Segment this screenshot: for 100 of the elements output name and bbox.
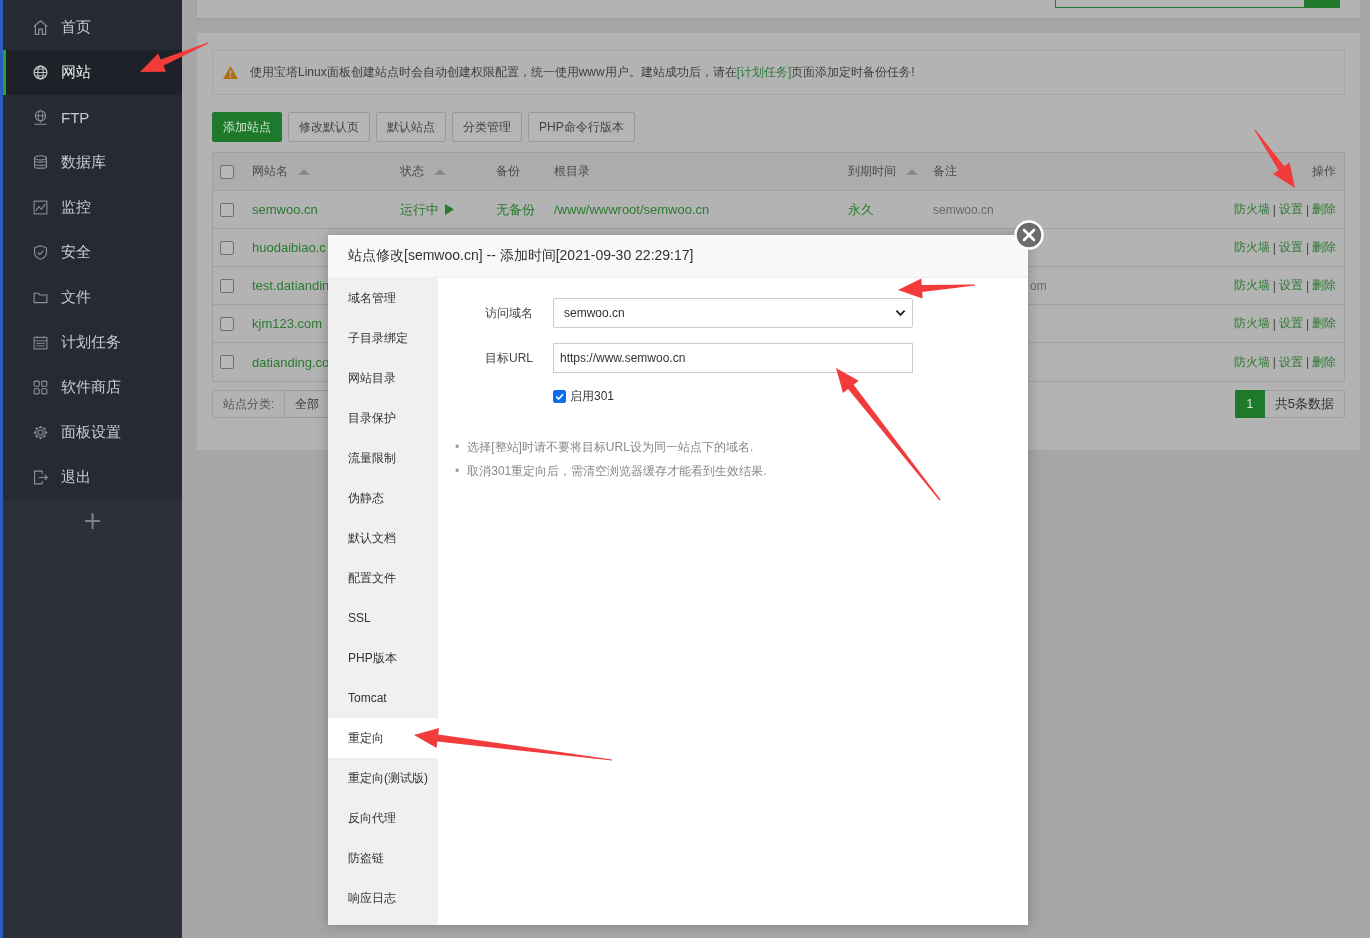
expiry-link[interactable]: 永久 xyxy=(848,200,874,219)
warning-icon xyxy=(223,66,238,79)
field-label: 访问域名 xyxy=(484,304,533,322)
action-link[interactable]: 设置 xyxy=(1278,201,1303,218)
checkbox[interactable] xyxy=(220,316,234,331)
sidebar-item[interactable]: 安全 xyxy=(3,230,182,275)
sidebar-item[interactable]: 数据库 xyxy=(3,140,182,185)
url-input[interactable]: https://www.semwoo.cn xyxy=(553,343,913,373)
separator-text: | xyxy=(1305,278,1309,293)
category-label: 站点分类: xyxy=(212,390,286,418)
table-cell: semwoo.cn xyxy=(933,202,994,217)
grid-icon xyxy=(32,379,49,396)
annotation-arrow xyxy=(140,42,209,72)
action-link[interactable]: 删除 xyxy=(1312,201,1336,218)
sidebar-item[interactable]: 软件商店 xyxy=(3,365,182,410)
site-link[interactable]: datianding.co xyxy=(252,354,330,370)
path-link[interactable]: /www/wwwroot/semwoo.cn xyxy=(554,202,710,217)
database-icon xyxy=(32,154,49,171)
dialog-tab[interactable]: 默认文档 xyxy=(328,518,438,558)
dialog-tab[interactable]: 子目录绑定 xyxy=(328,318,438,358)
toolbar-button[interactable]: 分类管理 xyxy=(452,112,522,142)
separator-text: | xyxy=(1305,316,1309,331)
action-link[interactable]: 设置 xyxy=(1278,315,1303,332)
dialog-tab[interactable]: 反向代理 xyxy=(328,798,438,838)
column-header: 根目录 xyxy=(554,163,590,180)
action-link[interactable]: 删除 xyxy=(1312,315,1336,332)
page-button[interactable]: 1 xyxy=(1234,390,1265,418)
toolbar-button[interactable]: 修改默认页 xyxy=(288,112,370,142)
total-count: 共5条数据 xyxy=(1264,390,1345,418)
column-header: 备注 xyxy=(933,163,957,180)
home-icon xyxy=(32,19,49,36)
notice-text: 使用宝塔Linux面板创建站点时会自动创建权限配置，统一使用www用户。建站成功后，请在[计划任务]页面添加定时备份任务! xyxy=(250,64,915,81)
calendar-icon xyxy=(32,334,49,351)
action-link[interactable]: 防火墙 xyxy=(1233,201,1270,218)
site-link[interactable]: semwoo.cn xyxy=(252,202,318,217)
column-header[interactable]: 到期时间 xyxy=(848,163,918,180)
checkbox[interactable] xyxy=(220,240,234,255)
action-link[interactable]: 防火墙 xyxy=(1233,239,1270,256)
search-field[interactable] xyxy=(1055,0,1305,8)
toolbar-button[interactable]: 默认站点 xyxy=(376,112,446,142)
sidebar-item[interactable]: 监控 xyxy=(3,185,182,230)
checkbox[interactable] xyxy=(220,164,234,179)
sidebar-item[interactable]: 计划任务 xyxy=(3,320,182,365)
shield-icon xyxy=(32,244,49,261)
checkbox[interactable] xyxy=(220,278,234,293)
checkbox[interactable] xyxy=(220,202,234,217)
backup-link[interactable]: 无备份 xyxy=(496,200,535,219)
dialog-tab[interactable]: 域名管理 xyxy=(328,278,438,318)
dialog-tab[interactable]: 防盗链 xyxy=(328,838,438,878)
domain-select[interactable]: semwoo.cn xyxy=(553,298,913,328)
separator-text: | xyxy=(1305,202,1309,217)
action-link[interactable]: 设置 xyxy=(1278,277,1303,294)
action-link[interactable]: 删除 xyxy=(1312,277,1336,294)
chart-icon xyxy=(32,199,49,216)
note-text: 取消301重定向后，需清空浏览器缓存才能看到生效结果. xyxy=(467,463,767,480)
action-link[interactable]: 设置 xyxy=(1278,239,1303,256)
dialog-tab[interactable]: SSL xyxy=(328,598,438,638)
toolbar-button[interactable]: PHP命令行版本 xyxy=(528,112,635,142)
sidebar-item[interactable]: FTP xyxy=(3,95,182,140)
site-link[interactable]: test.datiandin xyxy=(252,278,330,293)
add-button[interactable]: + xyxy=(76,507,109,535)
dialog-tab[interactable]: 伪静态 xyxy=(328,478,438,518)
site-link[interactable]: huodaibiao.c xyxy=(252,240,326,255)
column-header: 操作 xyxy=(1312,163,1336,180)
column-header[interactable]: 网站名 xyxy=(252,163,310,180)
dialog-tab[interactable]: 配置文件 xyxy=(328,558,438,598)
checkbox[interactable] xyxy=(220,355,234,369)
dialog-title: 站点修改[semwoo.cn] -- 添加时间[2021-09-30 22:29:17] xyxy=(348,247,694,265)
action-link[interactable]: 删除 xyxy=(1312,353,1336,371)
sidebar-item[interactable]: 首页 xyxy=(3,5,182,50)
action-link[interactable]: 防火墙 xyxy=(1233,353,1270,371)
site-link[interactable]: kjm123.com xyxy=(252,316,323,331)
dialog-tab[interactable]: 响应日志 xyxy=(328,878,438,918)
dialog-tab[interactable]: Tomcat xyxy=(328,678,438,718)
sidebar-item[interactable]: 退出 xyxy=(3,455,182,500)
bullet-text: • xyxy=(455,439,460,456)
task-link[interactable]: [计划任务] xyxy=(736,65,792,79)
sidebar-item[interactable]: 文件 xyxy=(3,275,182,320)
checkbox-label: 启用301 xyxy=(570,388,615,405)
column-header: 备份 xyxy=(496,163,520,180)
play-icon[interactable] xyxy=(445,204,454,215)
bullet-text: • xyxy=(455,463,460,480)
action-link[interactable]: 防火墙 xyxy=(1233,277,1270,294)
sidebar-item[interactable]: 面板设置 xyxy=(3,410,182,455)
separator-text: | xyxy=(1272,278,1276,293)
dialog-tab[interactable]: PHP版本 xyxy=(328,638,438,678)
column-header[interactable]: 状态 xyxy=(400,163,446,180)
dialog-tab[interactable]: 重定向 xyxy=(328,718,438,758)
action-link[interactable]: 删除 xyxy=(1312,239,1336,256)
chevron-down-icon xyxy=(895,309,906,317)
sidebar-item[interactable]: 网站 xyxy=(3,50,182,95)
dialog-tab[interactable]: 重定向(测试版) xyxy=(328,758,438,798)
action-link[interactable]: 设置 xyxy=(1278,353,1303,371)
separator-text: | xyxy=(1272,316,1276,331)
toolbar-button[interactable]: 添加站点 xyxy=(212,112,282,142)
gear-icon xyxy=(32,424,49,441)
dialog-tab[interactable]: 流量限制 xyxy=(328,438,438,478)
checkbox[interactable] xyxy=(553,390,566,403)
action-link[interactable]: 防火墙 xyxy=(1233,315,1270,332)
field-label: 目标URL xyxy=(484,349,533,367)
